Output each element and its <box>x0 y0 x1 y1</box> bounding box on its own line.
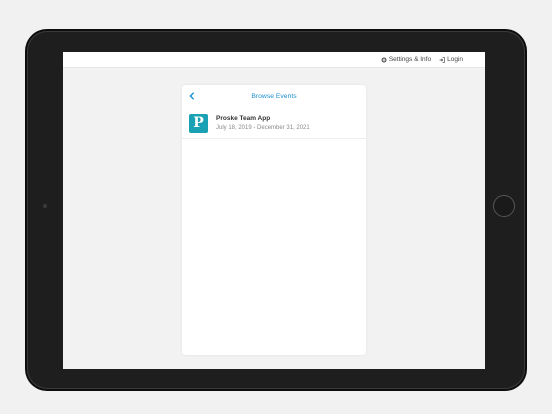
event-logo: P <box>189 114 208 133</box>
home-button[interactable] <box>493 195 515 217</box>
event-name: Proske Team App <box>216 115 271 122</box>
browse-events-card: Browse Events P Proske Team App July 18,… <box>182 85 366 355</box>
app-screen: Settings & Info Login Browse Events P Pr… <box>63 52 485 369</box>
login-link[interactable]: Login <box>439 56 463 63</box>
login-label: Login <box>447 56 463 63</box>
camera-dot <box>43 204 47 208</box>
gear-icon <box>380 56 387 63</box>
page-title: Browse Events <box>251 93 297 100</box>
sign-in-icon <box>439 56 445 63</box>
topbar-actions: Settings & Info Login <box>380 56 463 63</box>
list-item[interactable]: P Proske Team App July 18, 2019 - Decemb… <box>182 109 366 139</box>
event-dates: July 18, 2019 - December 31, 2021 <box>216 125 310 131</box>
settings-info-label: Settings & Info <box>388 56 432 63</box>
settings-info-link[interactable]: Settings & Info <box>380 56 432 63</box>
top-navigation-bar: Settings & Info Login <box>63 52 485 68</box>
card-header: Browse Events <box>182 85 366 109</box>
